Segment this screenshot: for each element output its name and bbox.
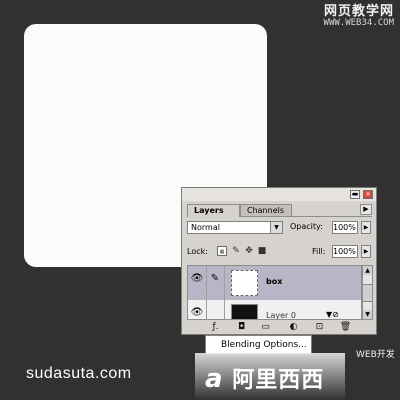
panel-tabs: Layers Channels ▶ — [187, 203, 372, 217]
blend-opacity-row: Normal ▼ Opacity: 100% ▶ — [187, 221, 372, 235]
watermark-logo-icon: a — [205, 364, 224, 394]
eye-icon[interactable]: 👁 — [188, 300, 207, 319]
adjustment-layer-icon[interactable]: ◐ — [287, 322, 300, 333]
fill-field[interactable]: 100% — [332, 245, 358, 258]
scroll-up-icon[interactable]: ▲ — [363, 266, 372, 275]
brush-slot[interactable] — [206, 300, 225, 319]
blend-mode-select[interactable]: Normal ▼ — [187, 221, 283, 234]
lock-brush-icon[interactable]: ✎ — [231, 246, 241, 256]
opacity-field[interactable]: 100% — [332, 221, 358, 234]
brush-icon[interactable]: ✎ — [206, 266, 225, 300]
watermark-top: 网页教学网 WWW.WEB34.COM — [324, 5, 394, 28]
layer-thumbnail — [231, 304, 258, 319]
watermark-web-dev: WEB开发 — [356, 350, 395, 360]
layer-row-layer-0[interactable]: 👁 Layer 0 ▼⊘ — [188, 300, 361, 320]
panel-titlebar[interactable]: ▬ × — [182, 188, 376, 201]
tab-layers[interactable]: Layers — [187, 204, 240, 217]
layer-name: box — [266, 277, 283, 286]
layers-scrollbar[interactable]: ▲ ▼ — [362, 265, 373, 320]
fill-label: Fill: — [312, 247, 326, 256]
lock-label: Lock: — [187, 247, 208, 256]
trash-icon[interactable]: 🗑 — [339, 322, 352, 333]
layer-name: Layer 0 — [266, 311, 296, 320]
scroll-down-icon[interactable]: ▼ — [363, 310, 372, 319]
fill-arrow-icon[interactable]: ▶ — [361, 245, 371, 258]
blend-mode-value: Normal — [191, 223, 220, 232]
watermark-url: WWW.WEB34.COM — [323, 18, 394, 28]
panel-menu-arrow-icon[interactable]: ▶ — [360, 204, 372, 215]
menu-item-blending-options[interactable]: Blending Options... — [221, 340, 307, 350]
layer-row-box[interactable]: 👁 ✎ box — [188, 266, 361, 300]
lock-transparency-icon[interactable]: ▦ — [217, 246, 227, 256]
watermark-bottom: a 阿里西西 — [205, 362, 324, 394]
eye-icon[interactable]: 👁 — [188, 266, 207, 300]
opacity-label: Opacity: — [290, 222, 323, 231]
layers-list: 👁 ✎ box 👁 Layer 0 ▼⊘ — [187, 265, 362, 320]
lock-fill-row: Lock: ▦ ✎ ✥ ■ Fill: 100% ▶ — [187, 245, 372, 259]
scroll-thumb[interactable] — [363, 284, 372, 302]
credit-text: sudasuta.com — [26, 365, 132, 382]
layer-style-menu: Blending Options... — [205, 335, 312, 355]
layer-thumbnail — [231, 270, 258, 296]
layer-mask-icon[interactable]: ◘ — [235, 322, 248, 333]
tab-channels[interactable]: Channels — [240, 204, 292, 216]
minimize-icon[interactable]: ▬ — [350, 190, 360, 199]
close-icon[interactable]: × — [363, 190, 373, 199]
panel-bottom-toolbar: ƒ. ◘ ▭ ◐ ⊡ 🗑 — [187, 322, 372, 334]
layers-panel: ▬ × Layers Channels ▶ Normal ▼ Opacity: … — [181, 187, 377, 335]
opacity-arrow-icon[interactable]: ▶ — [361, 221, 371, 234]
watermark-chinese: 网页教学网 — [323, 4, 394, 19]
new-layer-icon[interactable]: ⊡ — [313, 322, 326, 333]
new-set-icon[interactable]: ▭ — [259, 322, 272, 333]
chevron-down-icon[interactable]: ▼ — [270, 222, 282, 233]
layer-style-icon[interactable]: ƒ. — [209, 322, 222, 333]
lock-all-icon[interactable]: ■ — [257, 246, 267, 256]
watermark-logo-text: 阿里西西 — [232, 368, 325, 393]
layer-effects-icon[interactable]: ▼⊘ — [326, 310, 339, 319]
lock-move-icon[interactable]: ✥ — [244, 246, 254, 256]
